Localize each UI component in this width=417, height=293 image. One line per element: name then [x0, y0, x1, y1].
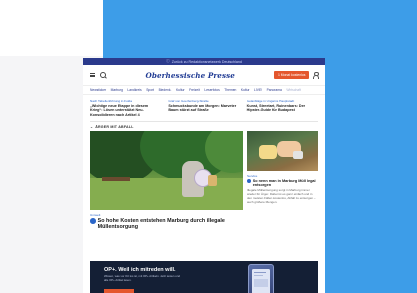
phone-illustration [248, 264, 274, 293]
promo-text: Wissen, was vor Ort los ist, mit OP+ Art… [104, 274, 180, 282]
side-article-headline[interactable]: So nenn man in Marburg Müll legal entsor… [247, 179, 318, 188]
user-icon[interactable] [313, 72, 320, 79]
nav-item[interactable]: Leserfotos [204, 88, 219, 92]
section-title: ÄRGER MIT ABFALL [95, 124, 134, 129]
teaser-kicker: Gelanbläge in Ungarns Hauptstadt [246, 99, 295, 103]
top-teasers: Nach Tabellenführung in Fulda „Wichtige … [83, 95, 325, 121]
side-article-image[interactable] [247, 130, 318, 171]
subscription-promo: OP+. Weil ich mitreden will. Wissen, was… [90, 261, 318, 293]
main-navigation: Newsticker Marburg Landkreis Sport Biede… [83, 86, 325, 95]
browser-background-white [0, 0, 103, 56]
teaser-title[interactable]: Schmucksbunde am Morgen: Marveter Baum s… [168, 104, 239, 113]
nav-item[interactable]: Freizeit [189, 88, 200, 92]
main-article-image[interactable] [90, 130, 243, 210]
teaser-item[interactable]: Nach Tabellenführung in Fulda „Wichtige … [90, 99, 161, 118]
nav-item[interactable]: LIVE! [254, 88, 262, 92]
network-alert-text: Zurück zu Redaktionsnetzwerk Deutschland [171, 59, 242, 64]
nav-item[interactable]: Landkreis [127, 88, 141, 92]
news-webpage: ⓘ Zurück zu Redaktionsnetzwerk Deutschla… [83, 58, 325, 293]
nav-item[interactable]: Biedenk. [159, 88, 172, 92]
teaser-title[interactable]: „Wichtige neue Etappe in diesem Krieg“: … [90, 104, 161, 117]
nav-item[interactable]: Wirtschaft [286, 88, 301, 92]
nav-item[interactable]: Kultur [176, 88, 185, 92]
side-article[interactable]: Service So nenn man in Marburg Müll lega… [247, 130, 318, 210]
promo-button[interactable] [104, 289, 134, 293]
teaser-item[interactable]: Gelanbläge in Ungarns Hauptstadt Kunst, … [247, 99, 318, 118]
premium-icon [247, 178, 252, 183]
main-article-title[interactable]: So hohe Kosten entstehen Marburg durch i… [98, 218, 240, 231]
nav-item[interactable]: Marburg [111, 88, 123, 92]
side-article-text: Illegale Müllentsorgung sorgt in Marburg… [247, 188, 316, 204]
nav-item[interactable]: Newsticker [90, 88, 106, 92]
chevron-down-icon: ⌄ [90, 124, 94, 129]
teaser-kicker: Nach Tabellenführung in Fulda [90, 99, 132, 103]
nav-item[interactable]: Kultur [241, 88, 250, 92]
site-logo[interactable]: Oberhessische Presse [146, 71, 235, 80]
info-icon: ⓘ [166, 59, 170, 63]
search-icon[interactable] [100, 72, 106, 78]
main-article-kicker: Umwelt [90, 212, 101, 217]
site-header: Oberhessische Presse 1 Monat kostenlos [83, 65, 325, 86]
section-content: Service So nenn man in Marburg Müll lega… [83, 130, 325, 210]
nav-item[interactable]: Sport [146, 88, 154, 92]
menu-icon[interactable] [90, 73, 95, 77]
teaser-title[interactable]: Kunst, Streetart, Ruinenbars: Der Hipste… [247, 104, 318, 113]
side-article-kicker: Service [247, 173, 258, 178]
nav-item[interactable]: Panorama [267, 88, 282, 92]
side-article-title[interactable]: So nenn man in Marburg Müll legal entsor… [253, 179, 318, 188]
nav-item[interactable]: Themen [224, 88, 236, 92]
teaser-item[interactable]: Graf von Goerfenberg-Straße Schmucksbund… [168, 99, 239, 118]
subscribe-button[interactable]: 1 Monat kostenlos [274, 71, 309, 79]
promo-title: OP+. Weil ich mitreden will. [104, 267, 176, 273]
network-alert-bar[interactable]: ⓘ Zurück zu Redaktionsnetzwerk Deutschla… [83, 58, 325, 65]
premium-icon [90, 218, 96, 224]
teaser-kicker: Graf von Goerfenberg-Straße [168, 99, 209, 103]
section-header: ⌄ ÄRGER MIT ABFALL [83, 122, 325, 131]
main-article-headline[interactable]: So hohe Kosten entstehen Marburg durch i… [83, 217, 247, 231]
